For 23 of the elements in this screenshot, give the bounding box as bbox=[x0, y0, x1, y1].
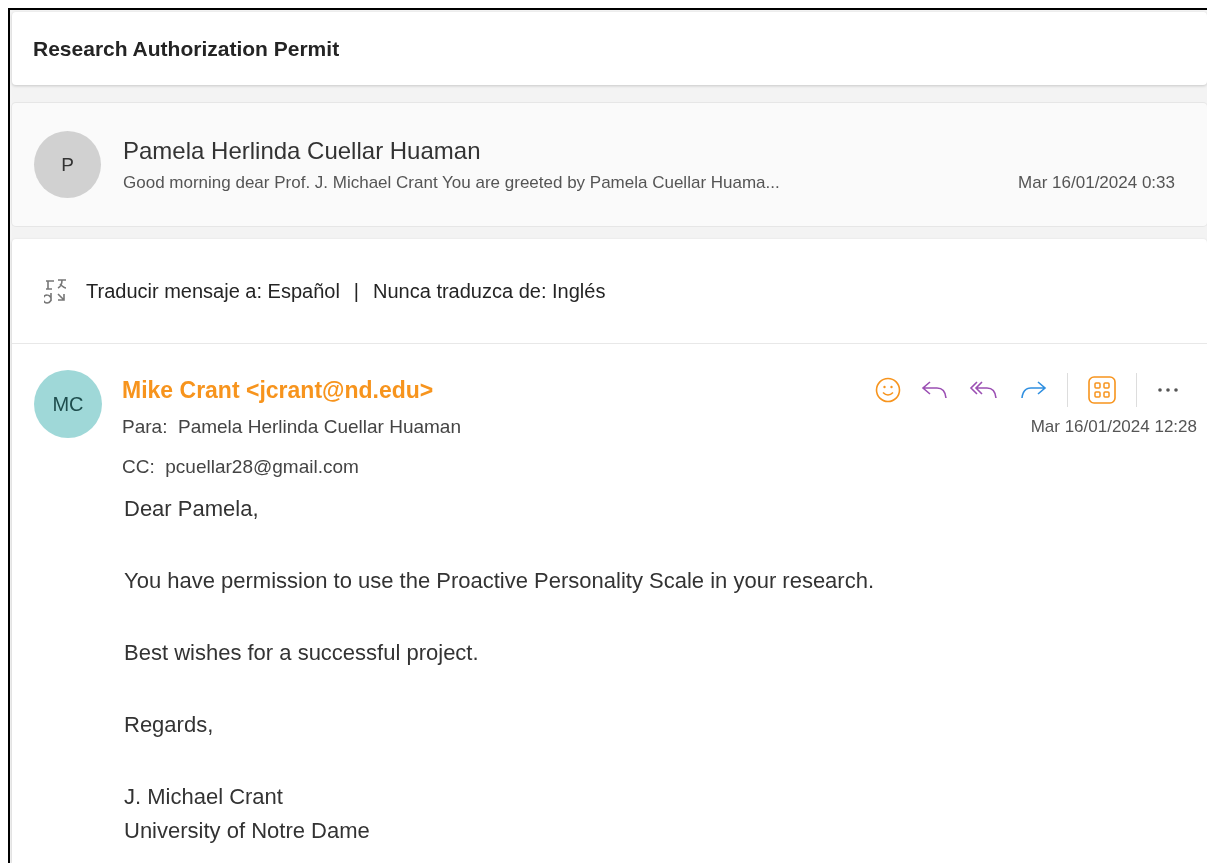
message-preview: Good morning dear Prof. J. Michael Crant You are greeted by Pamela Cuellar Huama... bbox=[123, 172, 780, 193]
never-translate-link[interactable]: Nunca traduzca de: Inglés bbox=[373, 279, 606, 303]
message-date: Mar 16/01/2024 0:33 bbox=[1018, 172, 1176, 193]
reply-icon[interactable] bbox=[921, 380, 949, 400]
signature-line: J. Michael Crant bbox=[124, 784, 284, 810]
body-paragraph: Dear Pamela, bbox=[124, 496, 260, 522]
email-subject: Research Authorization Permit bbox=[33, 36, 340, 61]
body-paragraph: Regards, bbox=[124, 712, 215, 738]
avatar: P bbox=[34, 131, 101, 198]
recipient-line: Para: Pamela Herlinda Cuellar Huaman bbox=[122, 416, 461, 438]
signature-line: University of Notre Dame bbox=[124, 818, 371, 844]
cc-line: CC: pcuellar28@gmail.com bbox=[122, 456, 360, 478]
more-icon[interactable] bbox=[1157, 387, 1179, 393]
sender-name: Pamela Herlinda Cuellar Huaman bbox=[123, 136, 482, 165]
forward-icon[interactable] bbox=[1019, 380, 1047, 400]
translate-link[interactable]: Traducir mensaje a: Español bbox=[86, 279, 340, 303]
reply-all-icon[interactable] bbox=[969, 380, 999, 400]
body-paragraph: Best wishes for a successful project. bbox=[124, 640, 480, 666]
collapsed-message[interactable]: P Pamela Herlinda Cuellar Huaman Good morning dear Prof. J. Michael Crant You are greeted by Pamela Cuellar Huama... Mar 16/01/2024 0:33 bbox=[12, 103, 1207, 226]
avatar: MC bbox=[34, 370, 102, 438]
separator: | bbox=[353, 279, 360, 303]
body-paragraph: You have permission to use the Proactive Personality Scale in your research. bbox=[124, 568, 876, 594]
message-date: Mar 16/01/2024 12:28 bbox=[1030, 417, 1198, 437]
